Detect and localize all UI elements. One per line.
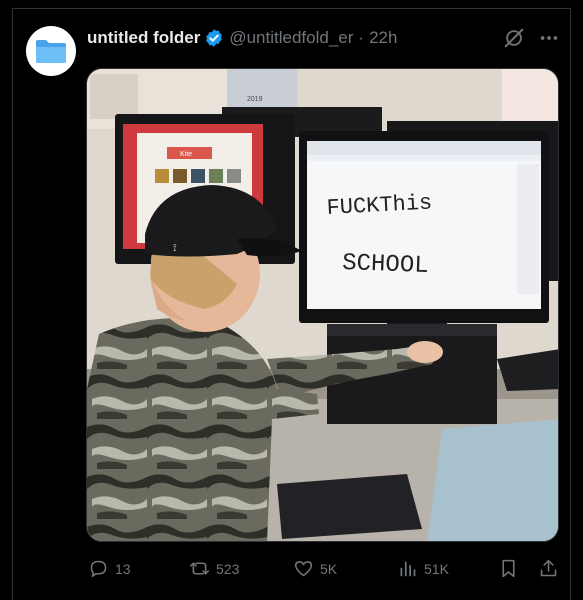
reply-count: 13 xyxy=(115,560,131,577)
folder-icon xyxy=(36,40,66,63)
more-options-icon[interactable] xyxy=(538,27,560,49)
post-photo[interactable]: 2019 Kite FUCKThis SCHOOL ⟟ xyxy=(86,68,559,542)
author-name[interactable]: untitled folder xyxy=(87,28,200,48)
views-bar-chart-icon xyxy=(400,561,416,577)
views-button[interactable]: 51K xyxy=(397,558,449,579)
repost-button[interactable]: 523 xyxy=(189,558,239,579)
author-handle[interactable]: @untitledfold_er xyxy=(229,28,353,48)
poster-label: 2019 xyxy=(247,96,263,103)
left-screen-title: Kite xyxy=(180,151,192,158)
like-count: 5K xyxy=(320,560,338,577)
repost-count: 523 xyxy=(216,560,240,577)
post-timestamp[interactable]: 22h xyxy=(369,28,397,48)
separator-dot: · xyxy=(358,28,365,47)
heart-icon xyxy=(294,561,313,577)
like-button[interactable]: 5K xyxy=(293,558,337,579)
svg-text:⟟: ⟟ xyxy=(173,243,177,254)
post-border-right xyxy=(570,8,571,600)
repost-icon xyxy=(189,562,210,575)
reply-button[interactable]: 13 xyxy=(88,558,131,579)
share-button[interactable] xyxy=(538,558,559,579)
views-count: 51K xyxy=(424,560,449,577)
grok-icon[interactable] xyxy=(503,27,525,49)
action-bar: 13 523 5K 51K xyxy=(0,558,583,584)
post-header: untitled folder @untitledfold_er · 22h xyxy=(87,27,397,49)
photo-scene: 2019 Kite FUCKThis SCHOOL ⟟ xyxy=(87,69,558,541)
share-icon xyxy=(540,559,557,577)
reply-icon xyxy=(90,560,107,578)
bookmark-icon xyxy=(502,559,515,578)
avatar[interactable] xyxy=(26,26,76,76)
post-border-top xyxy=(12,8,571,9)
post-border-left xyxy=(12,8,13,600)
screen-writing-line2: SCHOOL xyxy=(342,250,429,280)
verified-badge-icon[interactable] xyxy=(204,28,224,48)
bookmark-button[interactable] xyxy=(498,558,519,579)
